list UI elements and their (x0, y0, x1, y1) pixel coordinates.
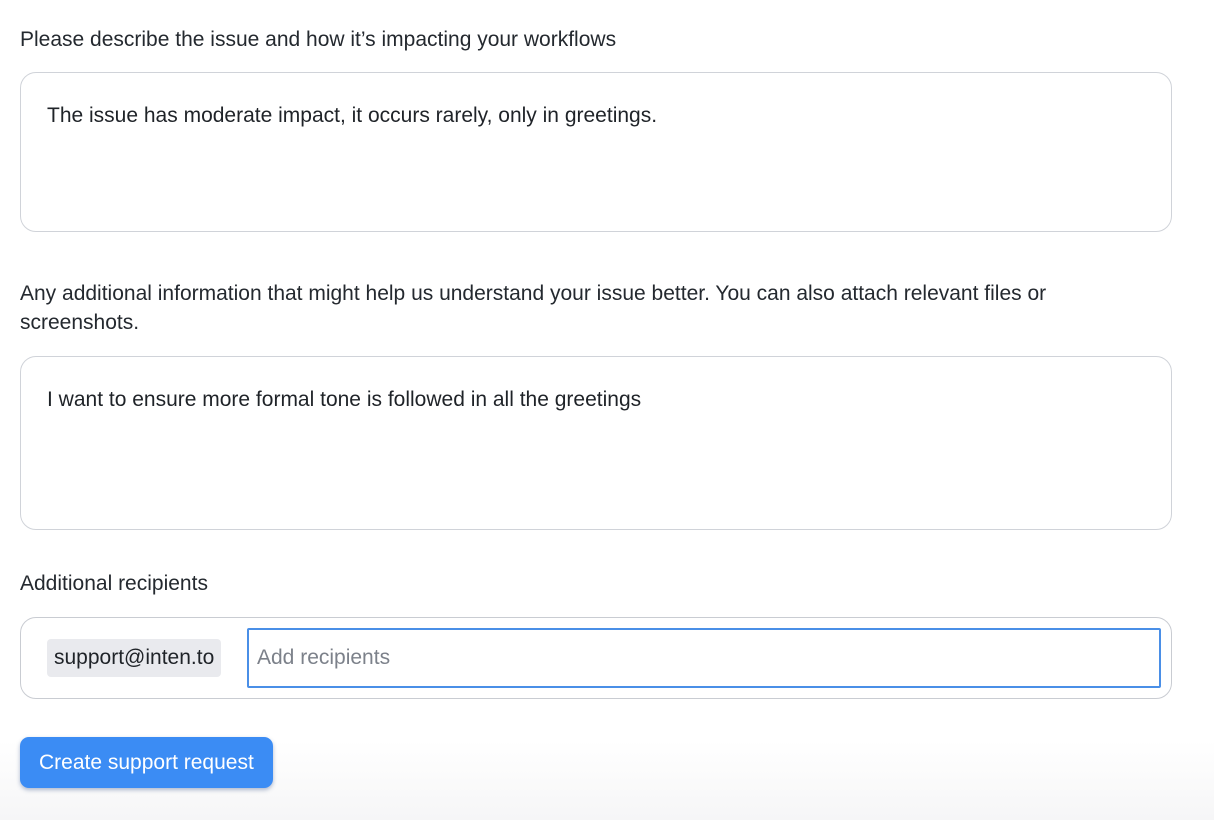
additional-recipients-label: Additional recipients (20, 572, 208, 595)
recipients-field[interactable]: support@inten.to (20, 617, 1172, 699)
add-recipients-input[interactable] (247, 628, 1161, 688)
recipient-chip[interactable]: support@inten.to (47, 639, 222, 677)
issue-description-textarea[interactable]: The issue has moderate impact, it occurs… (20, 72, 1172, 232)
issue-description-label: Please describe the issue and how it’s i… (20, 28, 617, 51)
additional-info-label: Any additional information that might he… (20, 282, 1047, 334)
create-support-request-button[interactable]: Create support request (20, 737, 273, 788)
support-request-form: Please describe the issue and how it’s i… (0, 0, 1214, 820)
additional-info-textarea[interactable]: I want to ensure more formal tone is fol… (20, 356, 1172, 530)
